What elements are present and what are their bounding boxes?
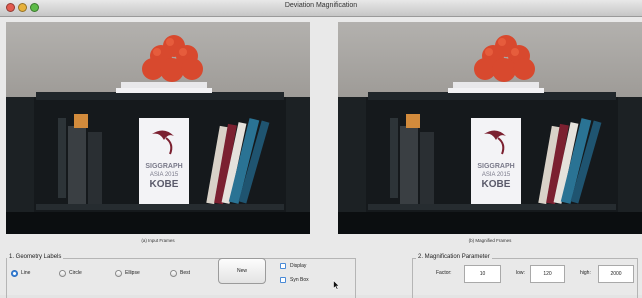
magnified-frames-caption: (b) Magnified Frames xyxy=(468,238,512,243)
svg-text:KOBE: KOBE xyxy=(150,179,179,190)
radio-ellipse[interactable]: Ellipse xyxy=(115,268,140,278)
input-frames-caption: (a) Input Frames xyxy=(141,238,175,243)
radio-circle[interactable]: Circle xyxy=(59,268,82,278)
low-input[interactable] xyxy=(530,265,565,283)
radio-line-label: Line xyxy=(21,270,31,276)
radio-line-indicator xyxy=(11,269,18,277)
display-checkbox[interactable]: Display xyxy=(280,262,306,270)
input-frame-image: SIGGRAPH ASIA 2015 KOBE xyxy=(6,22,310,234)
radio-circle-label: Circle xyxy=(69,270,82,276)
magnification-parameter-title: 2. Magnification Parameter xyxy=(416,254,492,260)
high-label: high: xyxy=(580,270,591,276)
factor-input[interactable] xyxy=(464,265,501,283)
display-checkbox-box xyxy=(280,263,286,269)
syn-box-checkbox-box xyxy=(280,277,286,283)
magnified-frame-image: SIGGRAPH ASIA 2015 KOBE xyxy=(338,22,642,234)
window-title: Deviation Magnification xyxy=(284,2,358,9)
mouse-pointer-icon xyxy=(333,280,340,290)
svg-text:ASIA 2015: ASIA 2015 xyxy=(150,172,179,178)
radio-best-label: Best xyxy=(180,270,191,276)
new-button[interactable]: New xyxy=(218,258,266,284)
high-input[interactable] xyxy=(598,265,634,283)
radio-best-indicator xyxy=(170,269,177,277)
radio-circle-indicator xyxy=(59,269,66,277)
radio-ellipse-indicator xyxy=(115,269,122,277)
radio-best[interactable]: Best xyxy=(170,268,190,278)
low-label: low: xyxy=(516,270,525,276)
syn-box-checkbox[interactable]: Syn Box xyxy=(280,276,309,284)
svg-text:ASIA 2015: ASIA 2015 xyxy=(482,172,511,178)
title-bar: Deviation Magnification xyxy=(0,0,642,17)
radio-ellipse-label: Ellipse xyxy=(125,270,140,276)
syn-box-checkbox-label: Syn Box xyxy=(290,277,309,283)
svg-text:SIGGRAPH: SIGGRAPH xyxy=(477,163,514,170)
factor-label: Factor: xyxy=(436,270,452,276)
svg-text:KOBE: KOBE xyxy=(482,179,511,190)
display-checkbox-label: Display xyxy=(290,263,307,269)
geometry-labels-title: 1. Geometry Labels xyxy=(7,254,64,260)
radio-line[interactable]: Line xyxy=(11,268,30,278)
svg-text:SIGGRAPH: SIGGRAPH xyxy=(145,163,182,170)
